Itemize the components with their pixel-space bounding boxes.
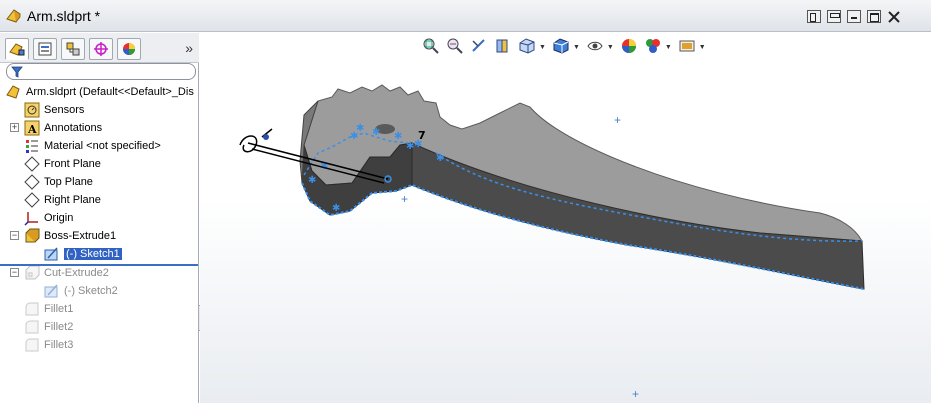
feature-tree-item[interactable]: Arm.sldprt (Default<<Default>_Dis — [6, 83, 194, 101]
feature-tree-item[interactable]: Boss-Extrude1 — [24, 227, 116, 245]
crosshair-icon — [94, 42, 108, 56]
feature-tree-label: Arm.sldprt (Default<<Default>_Dis — [26, 86, 194, 98]
feature-tree-item[interactable]: A Annotations — [24, 119, 102, 137]
plane-icon — [24, 156, 40, 172]
feature-tree-icon — [9, 43, 25, 56]
feature-tree-item[interactable]: Sensors — [24, 101, 84, 119]
feature-filter-input[interactable] — [25, 65, 190, 78]
svg-text:A: A — [27, 123, 37, 136]
svg-text:✱: ✱ — [356, 123, 364, 134]
tile-horizontal-button[interactable] — [827, 10, 841, 23]
feature-tree-label: Front Plane — [44, 158, 101, 170]
feature-tree-item[interactable]: Top Plane — [24, 173, 93, 191]
tree-expander[interactable]: + — [10, 123, 19, 132]
part-icon — [6, 84, 22, 100]
sketch-icon — [44, 283, 60, 299]
origin-icon — [24, 210, 40, 226]
filter-funnel-icon — [11, 66, 23, 78]
configurationmanager-tab[interactable] — [61, 38, 85, 60]
feature-tree-item[interactable]: Material <not specified> — [24, 137, 161, 155]
window-titlebar: Arm.sldprt * — [0, 0, 931, 32]
window-controls — [807, 10, 901, 24]
origin-marker: + — [614, 113, 622, 127]
feature-tree-label: Sensors — [44, 104, 85, 116]
plane-icon — [24, 174, 40, 190]
feature-tree-item[interactable]: Front Plane — [24, 155, 101, 173]
part-model[interactable]: ✱✱✱✱ ✱✱✱✱ ✱✱ 7 — [200, 33, 931, 403]
feature-tree-item[interactable]: (-) Sketch1 — [44, 245, 123, 263]
feature-tree-label: Material <not specified> — [44, 140, 161, 152]
propertymanager-tab[interactable] — [33, 38, 57, 60]
svg-text:✱: ✱ — [436, 153, 444, 164]
svg-text:✱: ✱ — [372, 127, 380, 138]
fillet-icon — [24, 337, 40, 353]
feature-tree-item[interactable]: Right Plane — [24, 191, 101, 209]
featuremanager-tab[interactable] — [5, 38, 29, 60]
plane-icon — [24, 192, 40, 208]
feature-tree-label: Cut-Extrude2 — [44, 267, 109, 279]
feature-tree-item[interactable]: Fillet2 — [24, 318, 73, 336]
feature-tree-item[interactable]: Cut-Extrude2 — [24, 264, 109, 282]
feature-manager-panel: » Arm.sldprt (Default<<Default>_Dis Senso… — [0, 33, 199, 403]
appearance-sphere-icon — [123, 43, 135, 55]
fillet-icon — [24, 301, 40, 317]
feature-filter — [6, 63, 196, 80]
graphics-area[interactable]: ▼ ▼ ▼ ▼ ▼ ✱ ✱ ✱ ✱ ✱ ✱ ✱ ✱ ✱ ✱ 7 + + + — [200, 33, 931, 403]
feature-tree-item[interactable]: Fillet1 — [24, 300, 73, 318]
svg-text:✱: ✱ — [332, 203, 340, 214]
svg-text:✱: ✱ — [308, 175, 316, 186]
close-icon — [888, 11, 900, 23]
feature-tree-item[interactable]: (-) Sketch2 — [44, 282, 118, 300]
property-icon — [38, 42, 52, 56]
feature-tree-label: Boss-Extrude1 — [44, 230, 117, 242]
display-manager-tab[interactable] — [117, 38, 141, 60]
feature-tree-label: Fillet2 — [44, 321, 74, 333]
annotation-icon: A — [24, 120, 40, 136]
configuration-icon — [66, 42, 80, 56]
cut-extrude-icon — [24, 265, 40, 281]
close-button[interactable] — [887, 10, 901, 24]
tree-expander[interactable]: − — [10, 231, 19, 240]
origin-marker: + — [632, 387, 640, 401]
feature-tree-label: Fillet1 — [44, 303, 74, 315]
sketch-point-selected — [263, 134, 269, 140]
sensor-icon — [24, 102, 40, 118]
manager-tab-row: » — [0, 33, 199, 63]
feature-tree-label: Top Plane — [44, 176, 93, 188]
restore-button[interactable] — [867, 10, 881, 23]
feature-tree-label: Right Plane — [44, 194, 101, 206]
material-icon — [24, 138, 40, 154]
minimize-button[interactable] — [847, 10, 861, 23]
fillet-icon — [24, 319, 40, 335]
tile-vertical-button[interactable] — [807, 10, 821, 23]
origin-marker: + — [401, 192, 409, 206]
feature-tree-item[interactable]: Fillet3 — [24, 336, 73, 354]
dimxpert-tab[interactable] — [89, 38, 113, 60]
extrude-icon — [24, 228, 40, 244]
dimension-label: 7 — [418, 129, 426, 142]
window-title: Arm.sldprt * — [27, 8, 101, 24]
part-document-icon — [6, 9, 21, 23]
tree-expander[interactable]: − — [10, 268, 19, 277]
feature-tree-label: (-) Sketch2 — [64, 285, 118, 297]
svg-text:✱: ✱ — [394, 131, 402, 142]
rollback-bar[interactable] — [0, 264, 198, 266]
more-tabs-button[interactable]: » — [185, 40, 193, 56]
feature-tree-item[interactable]: Origin — [24, 209, 73, 227]
feature-tree-label: Annotations — [44, 122, 103, 134]
feature-tree-label: (-) Sketch1 — [63, 247, 123, 261]
feature-tree-label: Fillet3 — [44, 339, 74, 351]
feature-tree-label: Origin — [44, 212, 74, 224]
sketch-icon — [44, 246, 60, 262]
